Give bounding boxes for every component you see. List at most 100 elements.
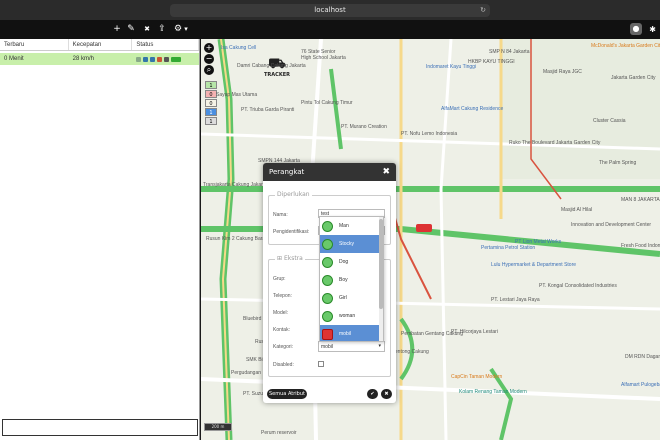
settings-button[interactable]: ⚙ [174, 23, 182, 36]
save-button[interactable]: ✔ [367, 389, 378, 399]
map-label: Rusun Kim 2 Cakung Barat [206, 236, 267, 242]
cell-speed: 28 km/h [72, 56, 94, 62]
upload-button[interactable]: ⇪ [158, 23, 166, 36]
list-item-label: Girl [339, 295, 347, 301]
map-label: Pintu Tol Cakung Timur [301, 100, 353, 106]
map-label: Innovation and Development Center [571, 222, 652, 228]
phone-label: Telepon: [273, 293, 292, 299]
disabled-checkbox[interactable] [318, 361, 324, 367]
list-item[interactable]: Dog [320, 253, 383, 271]
map-label: Masjid Al Hilal [561, 207, 593, 213]
url-bar[interactable]: localhost ↻ [170, 4, 490, 17]
map-label: PT. Hilcorjaya Lestari [451, 329, 498, 335]
list-item[interactable]: Stocky [320, 235, 383, 253]
person-icon [322, 292, 333, 304]
count-blue[interactable]: 1 [205, 108, 217, 116]
zoom-out-button[interactable]: − [204, 54, 214, 64]
list-item-label: Dog [339, 259, 349, 265]
map-label: DM RDN Dagang Perkebunan [625, 354, 660, 360]
zoom-in-button[interactable]: + [204, 43, 214, 53]
edit-button[interactable]: ✎ [127, 23, 135, 36]
category-label: Kategori: [273, 344, 294, 350]
count-green[interactable]: 1 [205, 81, 217, 89]
extra-legend-text: Ekstra [283, 255, 303, 262]
wifi-icon [143, 56, 149, 62]
search-map-button[interactable]: ⌕ [204, 65, 214, 75]
key-icon [136, 56, 142, 62]
map-label: Gentong Cakung [391, 349, 429, 355]
map-label: Jakarta Garden City [611, 75, 656, 81]
person-icon [322, 310, 333, 322]
category-select[interactable]: mobil ▾ [318, 341, 385, 352]
map-label: Pertamina Petrol Station [481, 245, 536, 251]
column-status[interactable]: Status [132, 39, 200, 50]
map-label: MAN 8 JAKARTA [621, 197, 660, 203]
devices-panel: Terbaru Kecepatan Status 0 Menit 28 km/h [0, 39, 200, 440]
lock-icon [164, 56, 170, 62]
battery-icon [157, 56, 163, 62]
reload-icon[interactable]: ↻ [480, 4, 486, 17]
map-label: HKBP KAYU TINGGI [468, 59, 515, 65]
map-label: High School Jakarta [301, 55, 346, 61]
dialog-title: Perangkat [269, 168, 305, 176]
category-dropdown-list[interactable]: Man Stocky Dog Boy Girl woman mobil [319, 216, 384, 342]
all-attributes-button[interactable]: Semua Atribut [267, 389, 307, 399]
map-label: Lulu Hypermarket & Department Store [491, 262, 577, 268]
map-label: CapCin Taman Modern [451, 374, 503, 380]
map-label: PT. Kongal Consolidated Industries [539, 283, 617, 289]
list-item-label: Stocky [339, 241, 355, 247]
column-latest[interactable]: Terbaru [0, 39, 69, 50]
online-badge-icon [171, 56, 182, 62]
close-icon[interactable]: ✖ [382, 163, 390, 181]
map-label: Pergudangan [231, 370, 262, 376]
person-icon [322, 238, 333, 250]
list-item[interactable]: Man [320, 217, 383, 235]
extra-legend[interactable]: ⊞ Ekstra [275, 255, 305, 262]
identifier-label: Pengidentifikasi: [273, 229, 310, 235]
signal-icon [150, 56, 156, 62]
map-label: The Palm Spring [599, 160, 637, 166]
list-item[interactable]: woman [320, 307, 383, 325]
settings-dropdown-button[interactable]: ▾ [183, 23, 189, 36]
logo-text: TRACKER [264, 72, 290, 78]
table-header: Terbaru Kecepatan Status [0, 39, 200, 51]
cell-status [132, 53, 199, 65]
map-label: Ruko The Boulevard Jakarta Garden City [509, 140, 601, 146]
dog-icon [322, 256, 333, 268]
map-label: Perum reservoir [261, 430, 297, 436]
map-label: Kolam Renang Taman Modern [459, 389, 527, 395]
map-label: McDonald's Jakarta Garden City [591, 43, 660, 49]
disabled-label: Disabled: [273, 362, 294, 368]
url-text: localhost [314, 6, 346, 14]
list-item[interactable]: Girl [320, 289, 383, 307]
column-speed[interactable]: Kecepatan [69, 39, 133, 50]
paw-icon[interactable]: ✱ [649, 23, 656, 36]
map-label: Cluster Cassia [593, 118, 626, 124]
map-label: Isa Cakung Cell [221, 45, 257, 51]
list-item-label: woman [339, 313, 356, 319]
map-label: Alfamart Pulogebang [621, 382, 660, 388]
name-label: Nama: [273, 212, 288, 218]
list-item-label: mobil [339, 331, 351, 337]
user-icon[interactable]: ● [630, 23, 642, 35]
contact-label: Kontak: [273, 327, 290, 333]
list-item[interactable]: Boy [320, 271, 383, 289]
model-label: Model: [273, 310, 289, 316]
dropdown-scrollbar[interactable] [379, 217, 383, 341]
count-gray[interactable]: 1 [205, 117, 217, 125]
list-item-label: Man [339, 223, 349, 229]
count-neutral[interactable]: 0 [205, 99, 217, 107]
add-button[interactable]: + [113, 23, 121, 36]
car-icon [322, 328, 333, 340]
search-input[interactable] [2, 419, 198, 436]
map-label: Sayap Mas Utama [216, 92, 258, 98]
cancel-button[interactable]: ✖ [381, 389, 392, 399]
map-label: AlfaMart Cakung Residence [441, 106, 504, 112]
person-icon [322, 220, 333, 232]
map-label: Damri Cabang Cakung Jakarta [237, 63, 306, 69]
table-row[interactable]: 0 Menit 28 km/h [0, 53, 199, 65]
required-legend: Diperlukan [275, 191, 312, 198]
list-item[interactable]: mobil [320, 325, 383, 341]
delete-button[interactable]: ✖ [143, 23, 151, 36]
scrollbar-thumb[interactable] [379, 219, 383, 309]
